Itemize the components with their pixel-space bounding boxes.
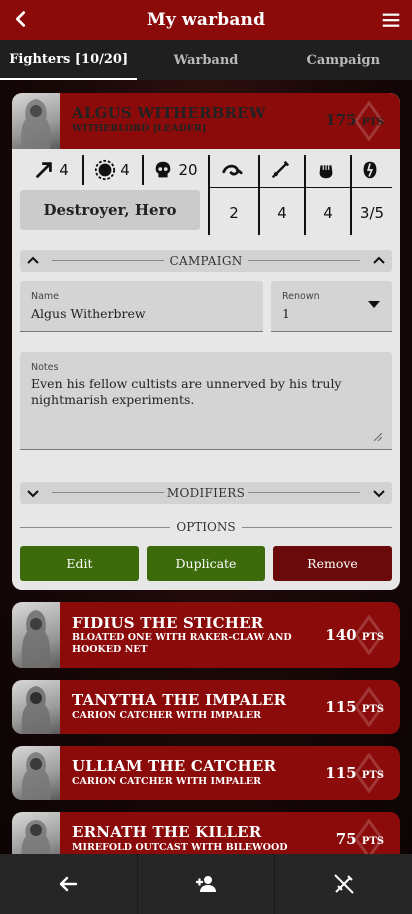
fighter-portrait	[12, 680, 60, 734]
fighter-subtitle: Carion catcher with impaler	[72, 776, 262, 787]
chevron-down-icon[interactable]	[372, 486, 386, 500]
weapon-damage-header	[352, 153, 392, 187]
edit-button[interactable]: Edit	[20, 546, 139, 581]
renown-select[interactable]: Renown 1	[271, 281, 392, 332]
fighter-miniature-icon	[21, 99, 51, 149]
fighter-name: Fidius the Sticher	[72, 614, 264, 632]
chevron-up-icon[interactable]	[372, 254, 386, 268]
stat-wounds: 20	[142, 153, 208, 187]
toughness-shield-icon	[95, 159, 116, 181]
weapon-attacks-value: 4	[277, 204, 287, 222]
runemarks-label: Destroyer, Hero	[20, 190, 200, 230]
notes-field[interactable]: Notes Even his fellow cultists are unner…	[20, 352, 392, 450]
modifiers-section-label: MODIFIERS	[166, 486, 246, 500]
app-bar: My warband	[0, 0, 412, 40]
fighter-name: Tanytha the Impaler	[72, 691, 287, 709]
arrow-back-icon	[60, 876, 78, 892]
duplicate-button[interactable]: Duplicate	[147, 546, 265, 581]
fighter-miniature-icon	[21, 610, 51, 668]
battle-button[interactable]	[275, 854, 412, 914]
remove-button[interactable]: Remove	[273, 546, 392, 581]
fighter-points: 140 PTS	[325, 626, 384, 644]
fighter-subtitle: Witherlord [Leader]	[72, 123, 207, 134]
movement-arrow-icon	[35, 162, 53, 179]
crossed-swords-off-icon	[333, 874, 354, 894]
fighter-row[interactable]: Fidius the Sticher Bloated one with rake…	[12, 602, 400, 668]
stat-move: 4	[20, 153, 82, 187]
chevron-down-icon[interactable]	[26, 486, 40, 500]
damage-icon	[363, 161, 377, 179]
nav-back-button[interactable]	[0, 854, 138, 914]
weapon-strength-header	[306, 153, 350, 187]
fighter-portrait	[12, 93, 60, 149]
weapon-range-header	[210, 153, 258, 187]
fighter-portrait	[12, 602, 60, 668]
attacks-sword-icon	[271, 160, 290, 179]
stat-toughness: 4	[82, 153, 142, 187]
fighter-name: Ernath the Killer	[72, 823, 262, 841]
weapon-attacks-header	[260, 153, 304, 187]
weapon-range-value: 2	[229, 204, 239, 222]
resize-handle-icon[interactable]	[374, 433, 382, 441]
fighter-name: Algus Witherbrew	[72, 104, 266, 122]
fighter-name: Ulliam the Catcher	[72, 757, 277, 775]
hamburger-menu-icon[interactable]	[380, 9, 402, 31]
fighter-header[interactable]: Algus Witherbrew Witherlord [Leader] 175…	[12, 93, 400, 149]
fighter-row[interactable]: Tanytha the Impaler Carion Catcher with …	[12, 680, 400, 734]
arrow-back-icon[interactable]	[10, 8, 32, 30]
campaign-section-label: CAMPAIGN	[169, 254, 243, 268]
modifiers-section-toggle[interactable]: MODIFIERS	[20, 482, 392, 504]
bottom-navigation	[0, 854, 412, 914]
range-icon	[222, 164, 243, 176]
add-person-icon	[196, 876, 216, 892]
weapon-damage-value: 3/5	[359, 204, 385, 222]
tab-bar: Fighters [10/20] Warband Campaign	[0, 40, 412, 80]
fighter-points: 75 PTS	[335, 830, 384, 848]
fighter-miniature-icon	[21, 686, 51, 734]
tab-campaign[interactable]: Campaign	[275, 40, 412, 80]
fighter-subtitle: Carion Catcher with Impaler	[72, 710, 262, 721]
fighter-card-expanded: Algus Witherbrew Witherlord [Leader] 175…	[12, 93, 400, 590]
dropdown-arrow-icon[interactable]	[368, 301, 380, 309]
tab-fighters[interactable]: Fighters [10/20]	[0, 40, 138, 80]
fighter-subtitle: Mirefold outcast with bilewood	[72, 842, 288, 853]
fighter-row[interactable]: Ulliam the Catcher Carion catcher with i…	[12, 746, 400, 800]
fighter-points: 115 PTS	[325, 698, 384, 716]
fighter-subtitle: Bloated one with raker-claw and hooked n…	[72, 632, 292, 655]
name-field[interactable]: Name Algus Witherbrew	[20, 281, 263, 332]
chevron-up-icon[interactable]	[26, 254, 40, 268]
campaign-section-toggle[interactable]: CAMPAIGN	[20, 250, 392, 272]
options-divider: OPTIONS	[20, 519, 392, 535]
weapon-strength-value: 4	[323, 204, 333, 222]
page-title: My warband	[146, 10, 266, 30]
fighter-portrait	[12, 746, 60, 800]
fighter-points: 175 PTS	[325, 111, 384, 129]
fighter-miniature-icon	[21, 752, 51, 800]
strength-fist-icon	[319, 165, 333, 179]
fighter-points: 115 PTS	[325, 764, 384, 782]
add-fighter-button[interactable]	[138, 854, 276, 914]
wounds-skull-icon	[156, 161, 171, 178]
tab-warband[interactable]: Warband	[137, 40, 274, 80]
